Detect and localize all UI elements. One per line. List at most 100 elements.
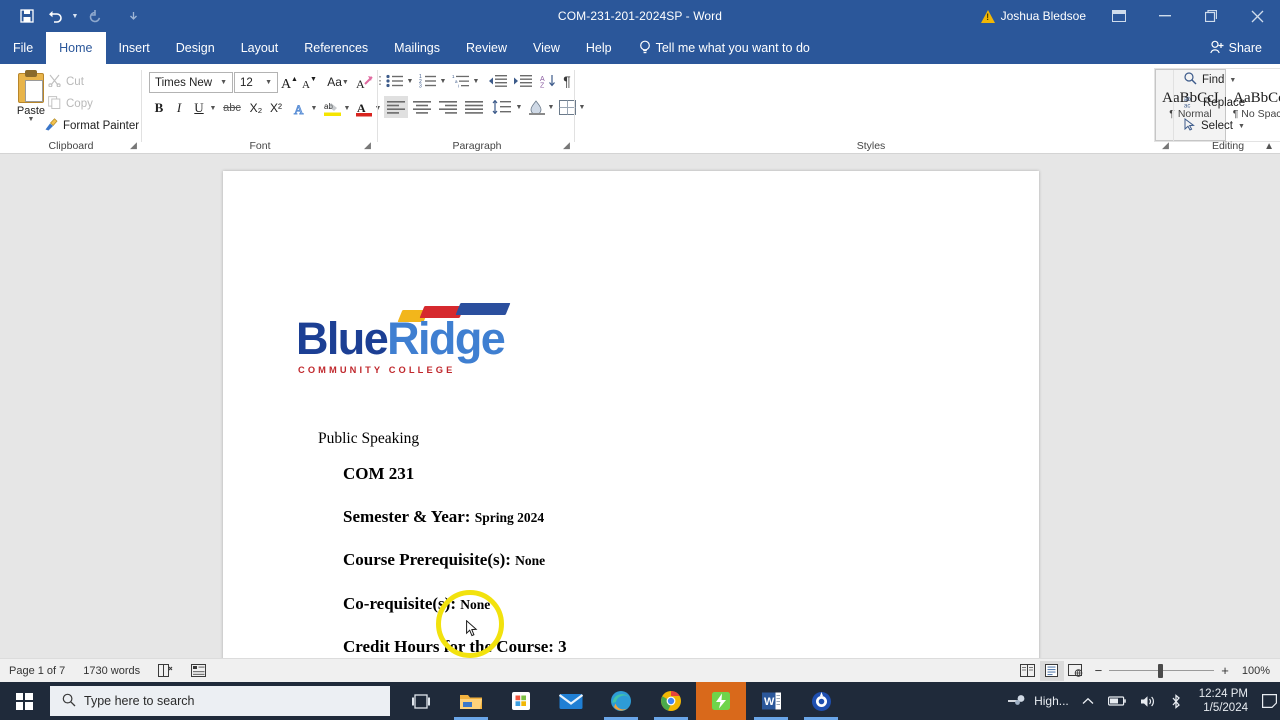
font-name-box[interactable]: Times New R ▼ bbox=[149, 72, 233, 93]
task-view-icon[interactable] bbox=[396, 682, 446, 720]
zoom-slider[interactable] bbox=[1109, 661, 1215, 681]
underline-caret[interactable]: ▼ bbox=[208, 97, 218, 119]
bluetooth-icon[interactable] bbox=[1163, 693, 1189, 709]
select-caret[interactable]: ▼ bbox=[1238, 123, 1245, 130]
share-button[interactable]: Share bbox=[1202, 32, 1270, 64]
numbering-icon[interactable]: 123 bbox=[417, 70, 439, 92]
bullets-icon[interactable] bbox=[384, 70, 406, 92]
justify-icon[interactable] bbox=[462, 96, 486, 118]
volume-icon[interactable] bbox=[1133, 695, 1163, 708]
text-effects-caret[interactable]: ▼ bbox=[309, 97, 319, 119]
battery-icon[interactable] bbox=[1101, 695, 1133, 707]
decrease-indent-icon[interactable] bbox=[486, 70, 510, 92]
find-button[interactable]: Find ▼ bbox=[1184, 72, 1236, 88]
shading-icon[interactable] bbox=[526, 96, 548, 118]
action-center-icon[interactable] bbox=[1258, 682, 1280, 720]
shading-caret[interactable]: ▼ bbox=[546, 96, 556, 118]
bold-button[interactable]: B bbox=[150, 97, 168, 119]
print-layout-button[interactable] bbox=[1039, 660, 1064, 681]
user-account[interactable]: Joshua Bledsoe bbox=[971, 0, 1096, 32]
multilevel-caret[interactable]: ▼ bbox=[471, 70, 481, 92]
microsoft-word-icon[interactable]: W bbox=[746, 682, 796, 720]
line-spacing-icon[interactable] bbox=[490, 96, 514, 118]
read-mode-button[interactable] bbox=[1016, 661, 1040, 681]
tab-view[interactable]: View bbox=[520, 32, 573, 64]
shrink-font-icon[interactable]: A ▼ bbox=[300, 71, 320, 93]
font-size-caret[interactable]: ▼ bbox=[260, 79, 277, 86]
minimize-button[interactable] bbox=[1142, 0, 1188, 32]
italic-button[interactable]: I bbox=[170, 97, 188, 119]
increase-indent-icon[interactable] bbox=[511, 70, 535, 92]
restore-button[interactable] bbox=[1188, 0, 1234, 32]
copy-button[interactable]: Copy bbox=[48, 96, 93, 112]
align-center-icon[interactable] bbox=[410, 96, 434, 118]
text-effects-icon[interactable]: A bbox=[290, 97, 310, 119]
styles-dialog-launcher[interactable]: ◢ bbox=[1162, 140, 1169, 151]
close-button[interactable] bbox=[1234, 0, 1280, 32]
tab-mailings[interactable]: Mailings bbox=[381, 32, 453, 64]
sort-icon[interactable]: AZ bbox=[538, 70, 558, 92]
document-canvas[interactable]: BlueRidge COMMUNITY COLLEGE Public Speak… bbox=[0, 154, 1280, 658]
start-button[interactable] bbox=[0, 682, 48, 720]
collapse-ribbon-icon[interactable]: ▲ bbox=[1264, 141, 1274, 152]
word-count[interactable]: 1730 words bbox=[74, 665, 149, 677]
highlight-color-icon[interactable]: ab bbox=[322, 97, 344, 119]
line-spacing-caret[interactable]: ▼ bbox=[514, 96, 524, 118]
font-dialog-launcher[interactable]: ◢ bbox=[364, 140, 371, 151]
tab-design[interactable]: Design bbox=[163, 32, 228, 64]
google-chrome-icon[interactable] bbox=[646, 682, 696, 720]
font-name-caret[interactable]: ▼ bbox=[215, 79, 232, 86]
align-right-icon[interactable] bbox=[436, 96, 460, 118]
subscript-button[interactable]: X₂ bbox=[246, 97, 266, 119]
microsoft-store-icon[interactable] bbox=[496, 682, 546, 720]
superscript-button[interactable]: X² bbox=[266, 97, 286, 119]
tab-home[interactable]: Home bbox=[46, 32, 106, 64]
tab-help[interactable]: Help bbox=[573, 32, 625, 64]
underline-button[interactable]: U bbox=[190, 97, 208, 119]
proofing-status-icon[interactable] bbox=[149, 664, 182, 677]
select-button[interactable]: Select ▼ bbox=[1184, 118, 1245, 134]
ribbon-display-options-icon[interactable] bbox=[1096, 0, 1142, 32]
paragraph-dialog-launcher[interactable]: ◢ bbox=[563, 140, 570, 151]
tray-highlight-item[interactable]: High... bbox=[997, 693, 1075, 710]
clear-formatting-icon[interactable]: A bbox=[354, 71, 376, 93]
format-painter-button[interactable]: Format Painter bbox=[44, 118, 139, 134]
grow-font-icon[interactable]: A ▲ bbox=[280, 71, 300, 93]
font-size-box[interactable]: 12 ▼ bbox=[234, 72, 278, 93]
paste-dropdown-caret[interactable]: ▼ bbox=[28, 116, 35, 123]
highlight-caret[interactable]: ▼ bbox=[342, 97, 352, 119]
cut-button[interactable]: Cut bbox=[48, 74, 84, 90]
document-page[interactable]: BlueRidge COMMUNITY COLLEGE Public Speak… bbox=[223, 171, 1039, 658]
align-left-icon[interactable] bbox=[384, 96, 408, 118]
tab-layout[interactable]: Layout bbox=[228, 32, 292, 64]
tab-review[interactable]: Review bbox=[453, 32, 520, 64]
blue-app-icon[interactable] bbox=[796, 682, 846, 720]
strikethrough-button[interactable]: abc bbox=[220, 97, 244, 119]
find-caret[interactable]: ▼ bbox=[1229, 77, 1236, 84]
taskbar-search-box[interactable]: Type here to search bbox=[50, 686, 390, 716]
page-indicator[interactable]: Page 1 of 7 bbox=[0, 665, 74, 677]
tell-me-search[interactable]: Tell me what you want to do bbox=[625, 32, 820, 64]
clock[interactable]: 12:24 PM 1/5/2024 bbox=[1189, 687, 1258, 716]
zoom-in-button[interactable]: + bbox=[1214, 663, 1236, 678]
zoom-out-button[interactable]: − bbox=[1088, 663, 1110, 678]
tab-insert[interactable]: Insert bbox=[106, 32, 163, 64]
multilevel-list-icon[interactable]: 1ai bbox=[450, 70, 472, 92]
tab-references[interactable]: References bbox=[291, 32, 381, 64]
mail-icon[interactable] bbox=[546, 682, 596, 720]
font-color-icon[interactable]: A bbox=[354, 97, 374, 119]
zoom-level-label[interactable]: 100% bbox=[1236, 665, 1280, 677]
tab-file[interactable]: File bbox=[0, 32, 46, 64]
replace-button[interactable]: ab ac Replace bbox=[1184, 95, 1245, 111]
bullets-caret[interactable]: ▼ bbox=[405, 70, 415, 92]
web-layout-button[interactable] bbox=[1064, 661, 1088, 681]
show-hidden-icons-chevron[interactable] bbox=[1075, 697, 1101, 706]
numbering-caret[interactable]: ▼ bbox=[438, 70, 448, 92]
microsoft-edge-icon[interactable] bbox=[596, 682, 646, 720]
file-explorer-icon[interactable] bbox=[446, 682, 496, 720]
change-case-icon[interactable]: Aa ▼ bbox=[324, 71, 352, 93]
green-app-icon[interactable] bbox=[696, 682, 746, 720]
accessibility-checker-icon[interactable] bbox=[182, 664, 215, 677]
zoom-thumb[interactable] bbox=[1158, 663, 1164, 678]
clipboard-dialog-launcher[interactable]: ◢ bbox=[130, 140, 137, 151]
